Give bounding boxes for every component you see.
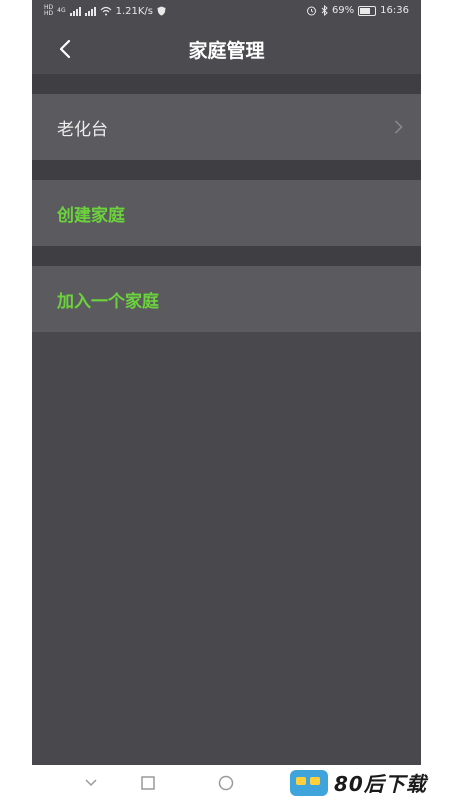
status-bar: HD HD 4G 1.21K/s 69% 16:36: [32, 0, 421, 24]
join-family-label: 加入一个家庭: [57, 291, 159, 312]
watermark-logo-icon: [290, 769, 328, 796]
back-nav-icon[interactable]: [82, 774, 100, 792]
create-family-label: 创建家庭: [57, 205, 125, 226]
bluetooth-icon: [321, 5, 328, 16]
sim-hd-badge: HD HD: [44, 4, 54, 17]
net-type-label: 4G: [57, 7, 66, 14]
shield-icon: [157, 6, 166, 16]
signal-2-icon: [84, 6, 96, 16]
signal-icon: [69, 6, 81, 16]
section-divider: [32, 74, 421, 94]
watermark-text: 80后下载: [334, 772, 427, 796]
alarm-icon: [306, 6, 316, 16]
app-screen: HD HD 4G 1.21K/s 69% 16:36 家庭管理 老化台 创建家庭…: [32, 0, 421, 765]
create-family-button[interactable]: 创建家庭: [32, 180, 421, 246]
nav-bar: 家庭管理: [32, 24, 421, 74]
join-family-button[interactable]: 加入一个家庭: [32, 266, 421, 332]
clock: 16:36: [380, 5, 409, 16]
family-name: 老化台: [57, 119, 108, 140]
section-divider: [32, 160, 421, 180]
recent-apps-icon[interactable]: [139, 774, 157, 792]
chevron-right-icon: [394, 120, 403, 134]
wifi-icon: [100, 6, 112, 16]
home-nav-icon[interactable]: [217, 774, 235, 792]
watermark: 80后下载: [290, 765, 427, 800]
family-item[interactable]: 老化台: [32, 94, 421, 160]
section-divider: [32, 246, 421, 266]
page-title: 家庭管理: [188, 40, 265, 62]
battery-icon: [358, 5, 377, 16]
battery-percent: 69%: [331, 5, 355, 16]
network-speed: 1.21K/s: [115, 5, 154, 17]
